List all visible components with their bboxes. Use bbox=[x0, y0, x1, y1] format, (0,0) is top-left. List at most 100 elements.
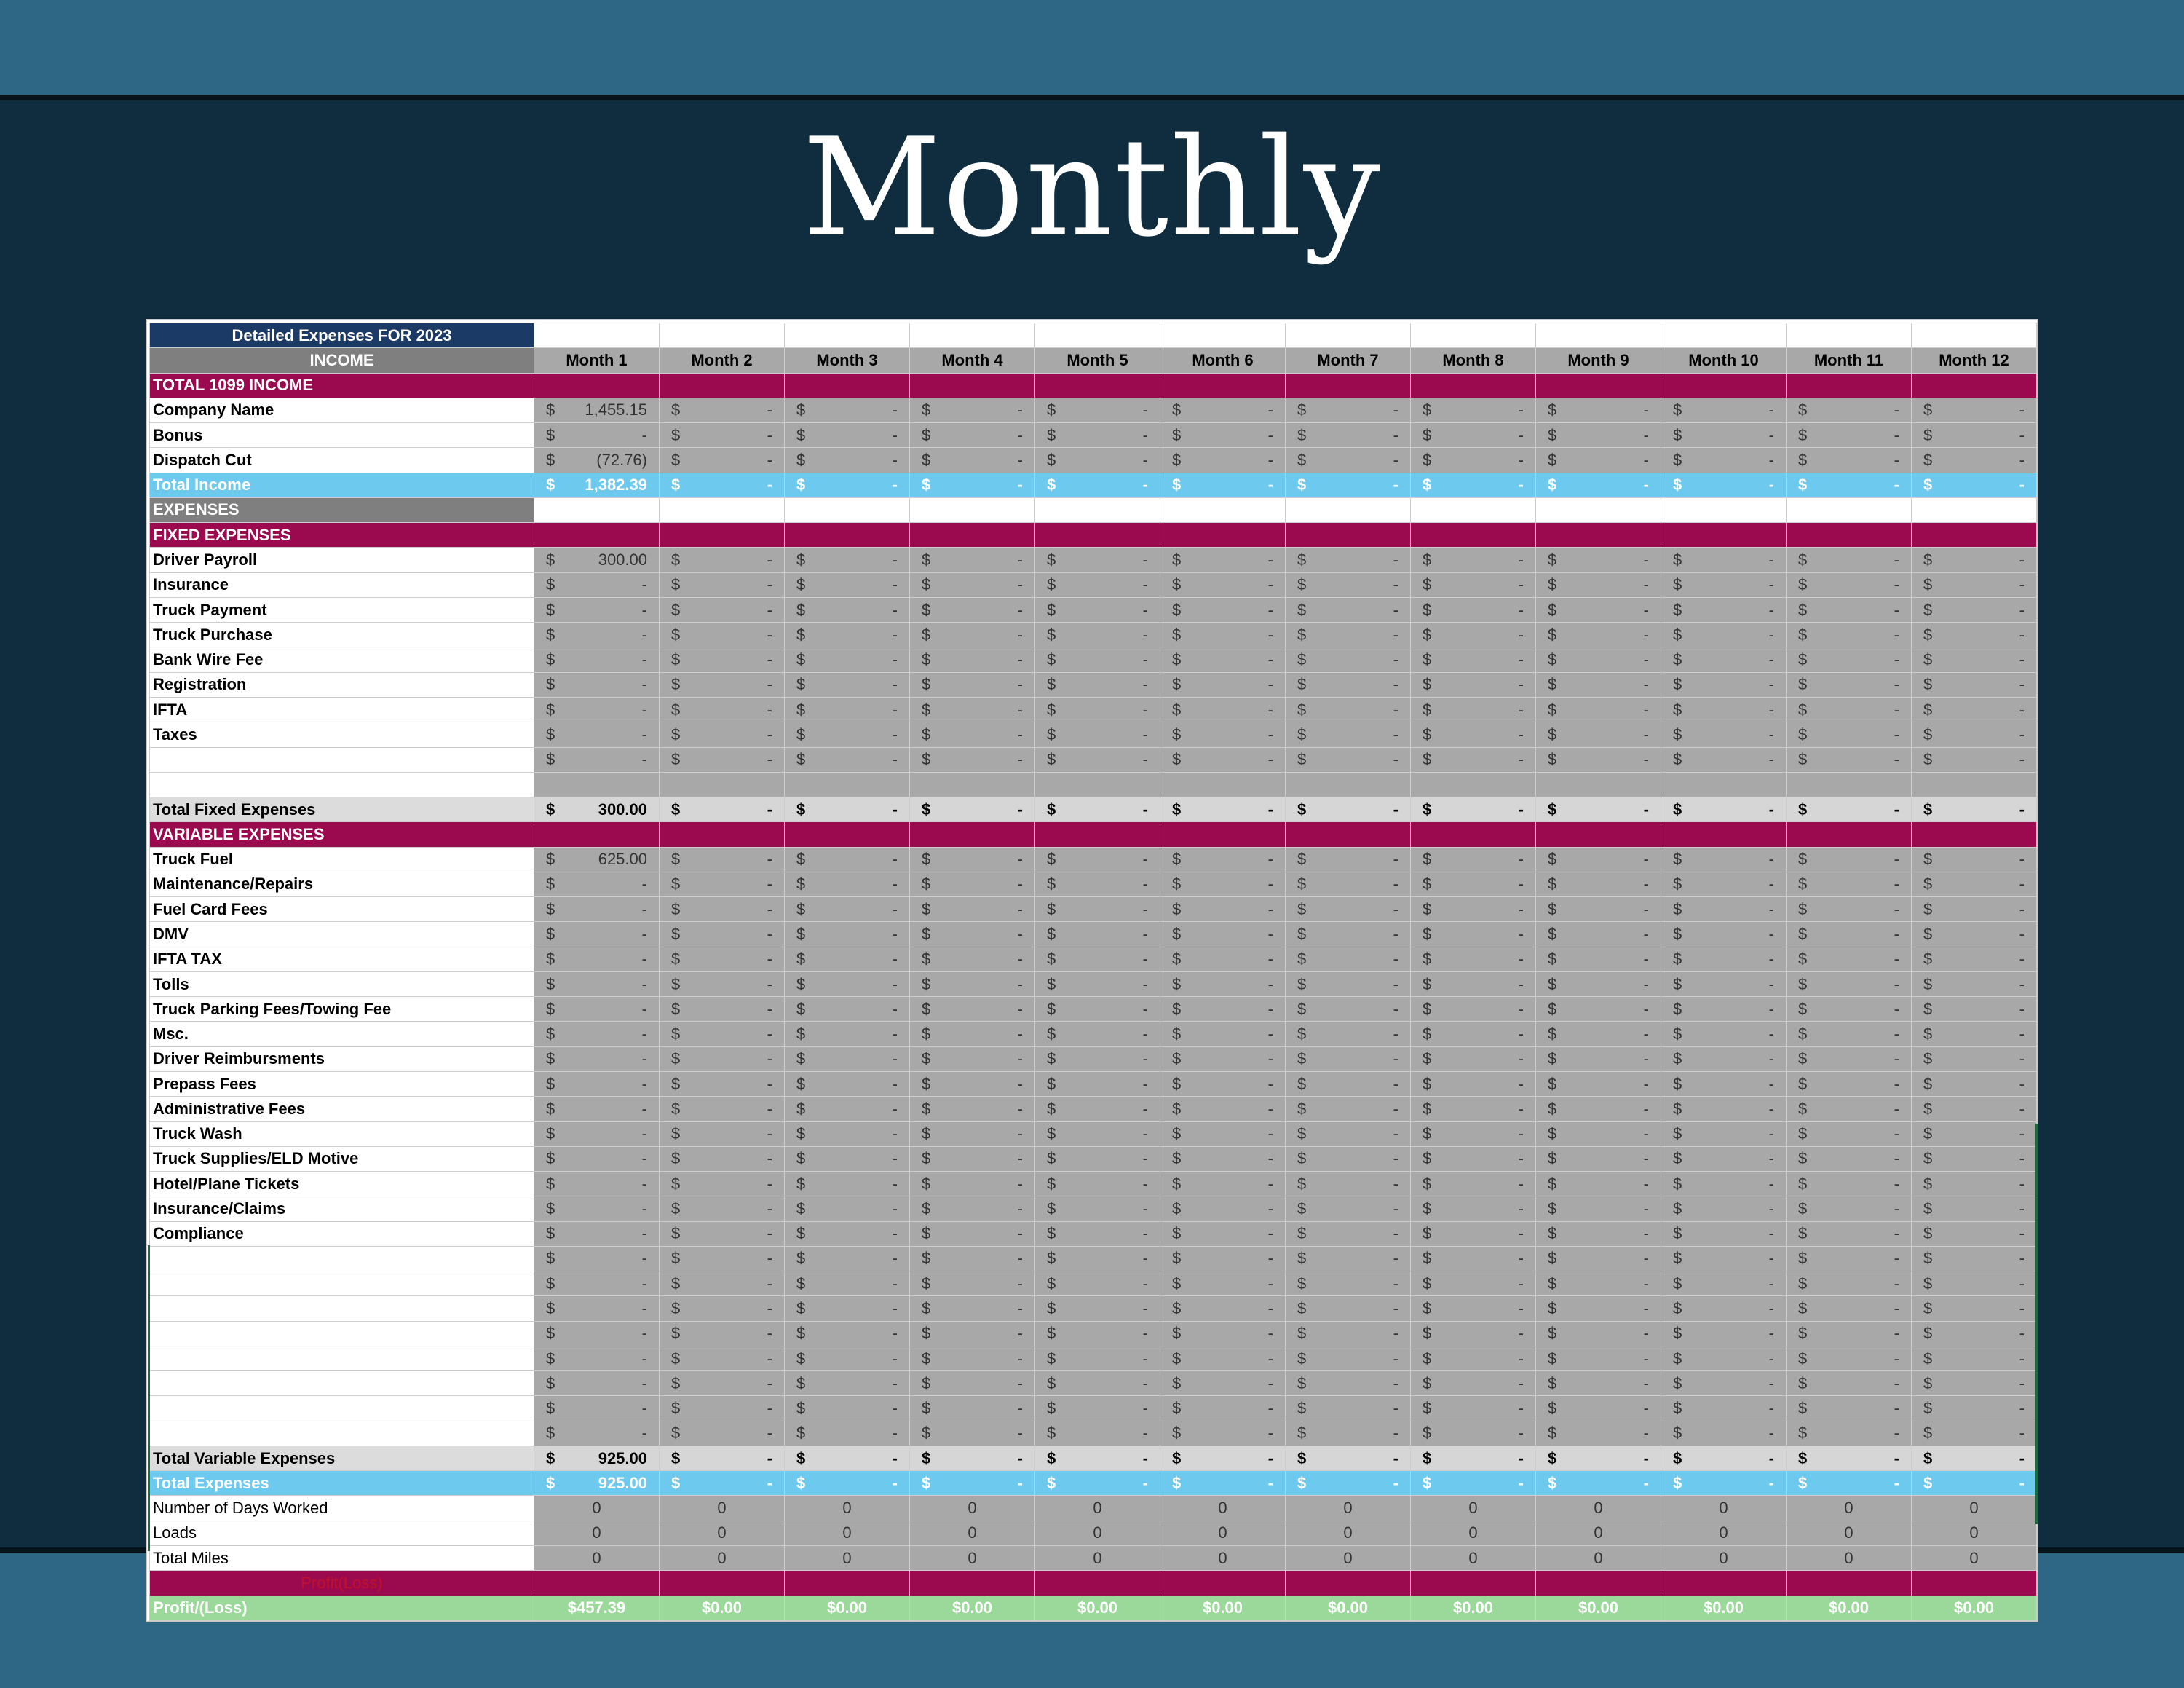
money-cell[interactable]: $ - bbox=[1285, 996, 1411, 1022]
money-cell[interactable]: $ - bbox=[1410, 596, 1536, 623]
money-cell[interactable]: $ - bbox=[1535, 1395, 1661, 1421]
money-cell[interactable]: $ - bbox=[1034, 1096, 1160, 1122]
money-cell[interactable]: $ - bbox=[1160, 596, 1286, 623]
money-cell[interactable]: $ - bbox=[1911, 472, 2037, 498]
money-cell[interactable]: $ - bbox=[1661, 671, 1787, 698]
money-cell[interactable]: $ - bbox=[1160, 472, 1286, 498]
money-cell[interactable]: $ - bbox=[1410, 696, 1536, 723]
money-cell[interactable]: $ - bbox=[1410, 1470, 1536, 1496]
money-cell[interactable]: $ - bbox=[1285, 1445, 1411, 1472]
empty-cell[interactable] bbox=[1160, 771, 1286, 798]
money-cell[interactable]: $ - bbox=[1661, 846, 1787, 872]
money-cell[interactable]: $ - bbox=[1034, 1196, 1160, 1222]
money-cell[interactable]: $ - bbox=[1034, 946, 1160, 972]
profit-cell[interactable]: $457.39 bbox=[534, 1595, 660, 1621]
money-cell[interactable]: $ - bbox=[1786, 1470, 1912, 1496]
money-cell[interactable]: $ - bbox=[534, 572, 660, 598]
money-cell[interactable]: $ - bbox=[1034, 397, 1160, 424]
money-cell[interactable]: $ - bbox=[1661, 996, 1787, 1022]
money-cell[interactable]: $ - bbox=[1410, 722, 1536, 748]
stat-cell[interactable]: 0 bbox=[1160, 1520, 1286, 1547]
money-cell[interactable]: $925.00 bbox=[534, 1470, 660, 1496]
money-cell[interactable]: $ - bbox=[1661, 1145, 1787, 1172]
money-cell[interactable]: $ - bbox=[1410, 1096, 1536, 1122]
money-cell[interactable]: $ - bbox=[534, 622, 660, 648]
money-cell[interactable]: $ - bbox=[784, 896, 910, 923]
money-cell[interactable]: $ - bbox=[1285, 846, 1411, 872]
money-cell[interactable]: $ - bbox=[1285, 1021, 1411, 1047]
money-cell[interactable]: $ - bbox=[1786, 572, 1912, 598]
money-cell[interactable]: $ - bbox=[784, 1271, 910, 1297]
money-cell[interactable]: $ - bbox=[1535, 846, 1661, 872]
money-cell[interactable]: $ - bbox=[909, 746, 1035, 773]
stat-cell[interactable]: 0 bbox=[1034, 1545, 1160, 1571]
money-cell[interactable]: $ - bbox=[1786, 1171, 1912, 1197]
money-cell[interactable]: $ - bbox=[1285, 946, 1411, 972]
money-cell[interactable]: $ - bbox=[909, 696, 1035, 723]
money-cell[interactable]: $ - bbox=[1535, 647, 1661, 673]
money-cell[interactable]: $ - bbox=[1786, 797, 1912, 823]
month-header-5[interactable]: Month 5 bbox=[1034, 347, 1160, 374]
money-cell[interactable]: $ - bbox=[659, 1345, 785, 1372]
money-cell[interactable]: $ - bbox=[659, 397, 785, 424]
money-cell[interactable]: $ - bbox=[1786, 1320, 1912, 1346]
money-cell[interactable]: $ - bbox=[909, 572, 1035, 598]
month-header-7[interactable]: Month 7 bbox=[1285, 347, 1411, 374]
money-cell[interactable]: $ - bbox=[784, 1370, 910, 1397]
money-cell[interactable]: $ - bbox=[1535, 871, 1661, 898]
money-cell[interactable]: $ - bbox=[1410, 447, 1536, 473]
money-cell[interactable]: $ - bbox=[659, 1245, 785, 1272]
money-cell[interactable]: $ - bbox=[909, 921, 1035, 947]
money-cell[interactable]: $ - bbox=[1661, 1070, 1787, 1097]
money-cell[interactable]: $ - bbox=[1786, 1220, 1912, 1247]
money-cell[interactable]: $ - bbox=[1661, 1420, 1787, 1446]
money-cell[interactable]: $ - bbox=[1410, 996, 1536, 1022]
money-cell[interactable]: $ - bbox=[1160, 1171, 1286, 1197]
money-cell[interactable]: $ - bbox=[1786, 1395, 1912, 1421]
money-cell[interactable]: $ - bbox=[909, 1121, 1035, 1147]
money-cell[interactable]: $ - bbox=[1034, 1220, 1160, 1247]
empty-cell[interactable] bbox=[1034, 771, 1160, 798]
money-cell[interactable]: $ - bbox=[1285, 1046, 1411, 1072]
money-cell[interactable]: $ - bbox=[1661, 1245, 1787, 1272]
money-cell[interactable]: $ - bbox=[1285, 1345, 1411, 1372]
money-cell[interactable]: $ - bbox=[1535, 622, 1661, 648]
money-cell[interactable]: $ - bbox=[1535, 447, 1661, 473]
money-cell[interactable]: $ - bbox=[659, 472, 785, 498]
money-cell[interactable]: $ - bbox=[1034, 1046, 1160, 1072]
money-cell[interactable]: $ - bbox=[659, 671, 785, 698]
money-cell[interactable]: $ - bbox=[1786, 397, 1912, 424]
money-cell[interactable]: $ - bbox=[1911, 596, 2037, 623]
profit-cell[interactable]: $0.00 bbox=[1160, 1595, 1286, 1621]
money-cell[interactable]: $ - bbox=[534, 1295, 660, 1322]
money-cell[interactable]: $ - bbox=[1410, 1021, 1536, 1047]
stat-cell[interactable]: 0 bbox=[1285, 1495, 1411, 1521]
money-cell[interactable]: $ - bbox=[784, 447, 910, 473]
money-cell[interactable]: $ - bbox=[1786, 996, 1912, 1022]
money-cell[interactable]: $ - bbox=[1535, 1295, 1661, 1322]
money-cell[interactable]: $ - bbox=[1535, 996, 1661, 1022]
money-cell[interactable]: $ - bbox=[659, 1420, 785, 1446]
money-cell[interactable]: $ - bbox=[1160, 1245, 1286, 1272]
money-cell[interactable]: $ - bbox=[784, 422, 910, 449]
money-cell[interactable]: $ - bbox=[534, 1196, 660, 1222]
money-cell[interactable]: $ - bbox=[659, 946, 785, 972]
money-cell[interactable]: $ - bbox=[1160, 1470, 1286, 1496]
money-cell[interactable]: $ - bbox=[784, 1046, 910, 1072]
money-cell[interactable]: $ - bbox=[1410, 397, 1536, 424]
money-cell[interactable]: $ - bbox=[784, 1196, 910, 1222]
money-cell[interactable]: $ - bbox=[1160, 971, 1286, 998]
money-cell[interactable]: $ - bbox=[909, 1145, 1035, 1172]
money-cell[interactable]: $ - bbox=[1661, 871, 1787, 898]
money-cell[interactable]: $ - bbox=[1661, 1271, 1787, 1297]
money-cell[interactable]: $ - bbox=[1911, 797, 2037, 823]
money-cell[interactable]: $ - bbox=[1535, 572, 1661, 598]
money-cell[interactable]: $ - bbox=[1410, 946, 1536, 972]
money-cell[interactable]: $ - bbox=[1160, 921, 1286, 947]
stat-cell[interactable]: 0 bbox=[1160, 1545, 1286, 1571]
money-cell[interactable]: $ - bbox=[1160, 1445, 1286, 1472]
money-cell[interactable]: $ - bbox=[1410, 1121, 1536, 1147]
money-cell[interactable]: $ - bbox=[909, 846, 1035, 872]
money-cell[interactable]: $ - bbox=[1661, 1295, 1787, 1322]
money-cell[interactable]: $ - bbox=[534, 422, 660, 449]
